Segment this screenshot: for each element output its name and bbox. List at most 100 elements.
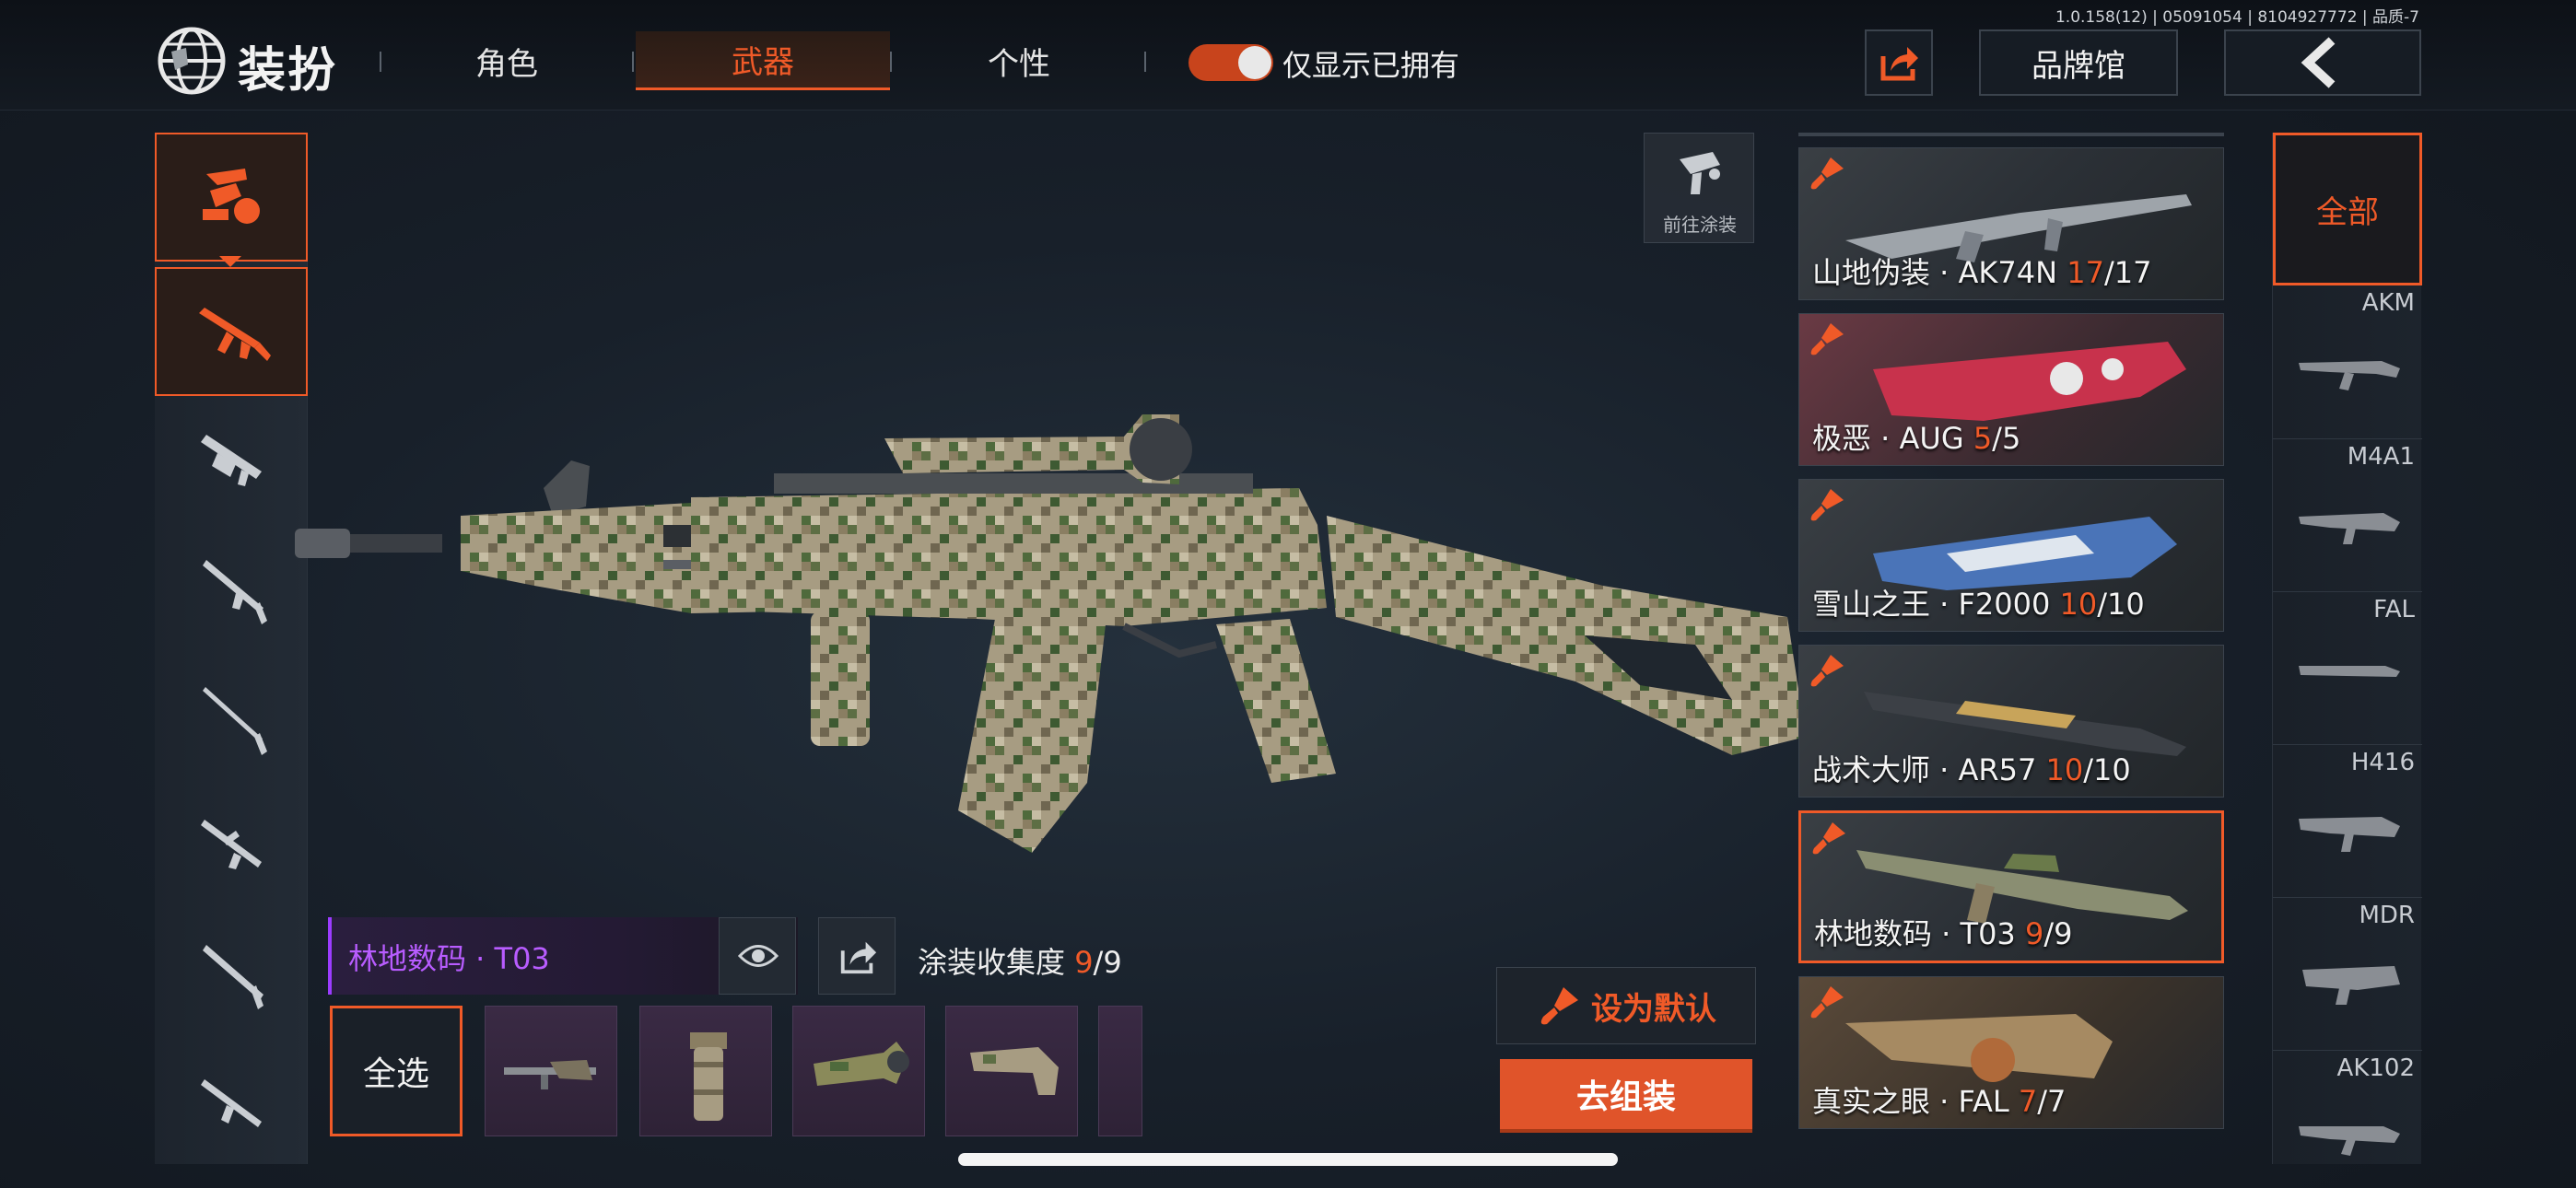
skin-card-ak74n[interactable]: 山地伪装 · AK74N 17/17	[1798, 147, 2224, 300]
globe-logo-icon	[158, 27, 226, 95]
shotgun-icon	[203, 560, 267, 624]
gun-item-fal[interactable]: FAL	[2273, 591, 2422, 744]
gun-name: M4A1	[2347, 443, 2415, 471]
skin-card-label: 林地数码 · T03 9/9	[1814, 916, 2073, 951]
version-info: 1.0.158(12) | 05091054 | 8104927772 | 品质…	[2055, 8, 2419, 27]
collection-total: /9	[1093, 945, 1122, 980]
mdr-icon	[2302, 966, 2400, 1005]
stock-part-icon	[970, 1047, 1059, 1095]
skin-card-ar57[interactable]: 战术大师 · AR57 10/10	[1798, 645, 2224, 798]
skin-card-fal[interactable]: 真实之眼 · FAL 7/7	[1798, 976, 2224, 1129]
grip-part-icon	[690, 1032, 727, 1121]
category-all-weapons[interactable]	[155, 133, 308, 262]
marksman-rifle-icon	[201, 820, 262, 869]
collection-progress: 涂装收集度 9/9	[918, 939, 1122, 982]
tab-weapon[interactable]: 武器	[636, 31, 890, 90]
brand-hall-button[interactable]: 品牌馆	[1979, 29, 2178, 96]
skin-card-label: 极恶 · AUG 5/5	[1812, 421, 2021, 456]
collection-owned: 9	[1074, 945, 1094, 980]
gun-name: AK102	[2336, 1054, 2415, 1082]
weapon-render	[295, 414, 1806, 853]
category-pointer	[219, 256, 241, 267]
share-icon	[1880, 47, 1918, 81]
skin-card-t03[interactable]: 林地数码 · T03 9/9	[1798, 810, 2224, 963]
gun-item-h416[interactable]: H416	[2273, 744, 2422, 897]
spray-gun-icon	[1680, 152, 1720, 194]
part-slot-scope[interactable]	[792, 1006, 925, 1136]
owned-only-label: 仅显示已拥有	[1282, 48, 1460, 83]
tab-personality[interactable]: 个性	[908, 31, 1130, 90]
gun-name: H416	[2350, 749, 2415, 776]
muzzle-part-icon	[504, 1060, 596, 1089]
gun-name: FAL	[2373, 596, 2415, 623]
skin-card-label: 真实之眼 · FAL 7/7	[1812, 1084, 2067, 1119]
skin-list[interactable]: 山地伪装 · AK74N 17/17 极恶 · AUG 5/5 雪山之王 · F…	[1798, 133, 2226, 1136]
skin-card-aug[interactable]: 极恶 · AUG 5/5	[1798, 313, 2224, 466]
current-skin-name: 林地数码 · T03	[348, 941, 550, 976]
divider	[1144, 52, 1146, 72]
gun-name: MDR	[2359, 902, 2415, 929]
category-lmg[interactable]	[155, 1044, 308, 1173]
share-icon	[840, 941, 877, 974]
category-shotgun[interactable]	[155, 529, 308, 658]
category-assault-rifle[interactable]	[155, 267, 308, 396]
divider	[632, 52, 634, 72]
part-slot-stock[interactable]	[945, 1006, 1078, 1136]
sniper-rifle-icon	[203, 687, 267, 755]
skin-card-label: 战术大师 · AR57 10/10	[1812, 752, 2131, 787]
toggle-knob	[1238, 46, 1271, 79]
goto-spray-label: 前往涂装	[1663, 214, 1737, 236]
share-skin-button[interactable]	[818, 917, 896, 995]
weapon-category-sidebar	[155, 133, 308, 1164]
divider	[380, 52, 381, 72]
preview-toggle-button[interactable]	[719, 917, 796, 995]
locker-screen: { "header": { "version": "1.0.158(12) | …	[0, 0, 2576, 1188]
home-indicator[interactable]	[958, 1153, 1618, 1166]
set-default-button[interactable]: 设为默认	[1496, 967, 1756, 1044]
lmg-icon	[201, 1079, 262, 1127]
category-smg[interactable]	[155, 400, 308, 529]
skin-card-label: 雪山之王 · F2000 10/10	[1812, 587, 2145, 622]
fal-icon	[2299, 666, 2400, 677]
gun-item-m4a1[interactable]: M4A1	[2273, 438, 2422, 591]
category-marksman[interactable]	[155, 786, 308, 915]
gun-item-mdr[interactable]: MDR	[2273, 897, 2422, 1050]
list-top-edge	[1798, 133, 2224, 136]
scope-part-icon	[814, 1042, 909, 1086]
part-slot-muzzle[interactable]	[485, 1006, 617, 1136]
akm-icon	[2299, 361, 2400, 390]
collection-label: 涂装收集度	[918, 945, 1066, 980]
gun-filter-all[interactable]: 全部	[2273, 133, 2422, 285]
gun-item-akm[interactable]: AKM	[2273, 285, 2422, 438]
ak102-icon	[2299, 1126, 2400, 1156]
go-assemble-button[interactable]: 去组装	[1500, 1059, 1752, 1133]
back-button[interactable]	[2224, 29, 2421, 96]
gun-item-ak102[interactable]: AK102	[2273, 1050, 2422, 1188]
skin-card-label: 山地伪装 · AK74N 17/17	[1812, 255, 2152, 290]
goto-spray-button[interactable]: 前往涂装	[1644, 133, 1754, 243]
gun-model-sidebar: 全部 AKM M4A1 FAL H416 MDR AK102	[2272, 133, 2422, 1164]
owned-only-toggle[interactable]	[1188, 44, 1273, 81]
gun-name: AKM	[2361, 289, 2415, 317]
skin-card-f2000[interactable]: 雪山之王 · F2000 10/10	[1798, 479, 2224, 632]
select-all-button[interactable]: 全选	[330, 1006, 463, 1136]
set-default-label: 设为默认	[1591, 990, 1716, 1028]
category-dmr[interactable]	[155, 915, 308, 1044]
page-title: 装扮	[238, 43, 338, 99]
part-slot-magazine[interactable]	[1098, 1006, 1142, 1136]
tab-character[interactable]: 角色	[396, 31, 617, 90]
magazine-part-icon	[1099, 1007, 1143, 1137]
smg-icon	[201, 435, 262, 486]
weapon-bundle-icon	[203, 169, 260, 224]
m4a1-icon	[2299, 513, 2400, 544]
assault-rifle-icon	[199, 308, 271, 361]
brush-icon	[1540, 987, 1578, 1025]
share-button[interactable]	[1865, 29, 1933, 96]
divider	[890, 52, 892, 72]
category-sniper[interactable]	[155, 658, 308, 786]
h416-icon	[2299, 817, 2400, 852]
part-slot-grip[interactable]	[639, 1006, 772, 1136]
eye-icon	[738, 945, 779, 967]
dmr-icon	[203, 945, 263, 1009]
back-arrow-icon	[2301, 37, 2336, 88]
